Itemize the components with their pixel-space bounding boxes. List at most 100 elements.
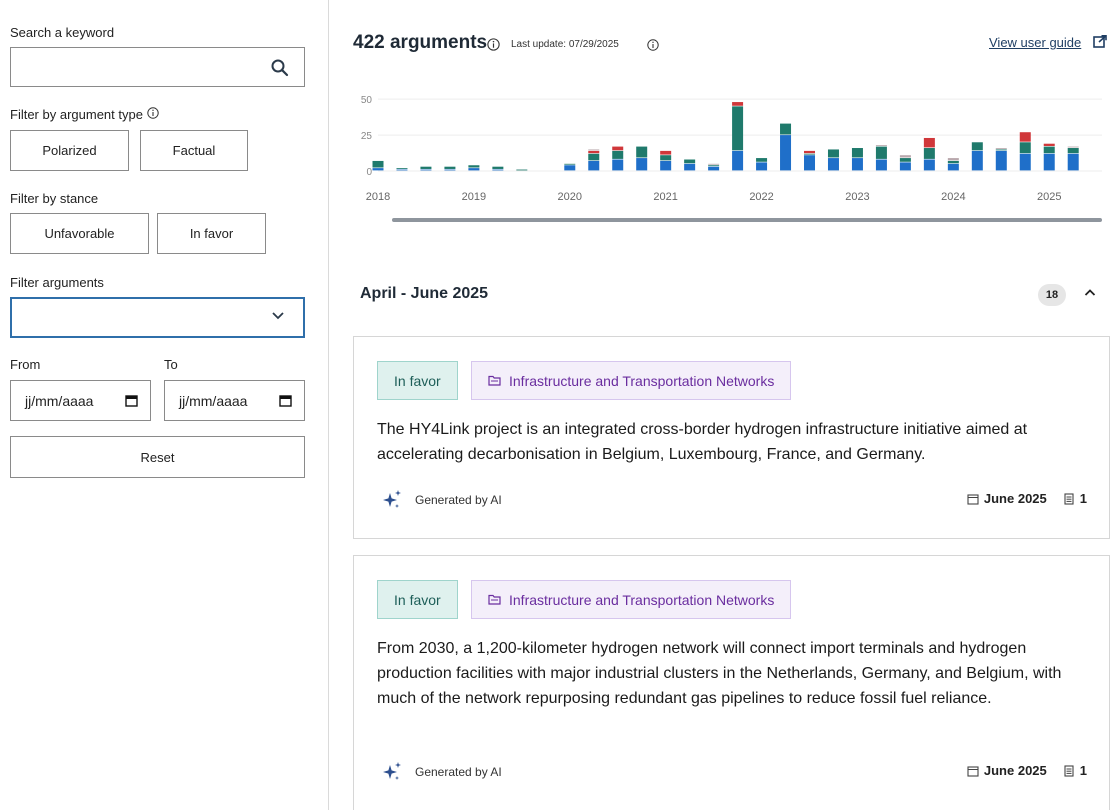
stance-tag[interactable]: In favor (377, 361, 458, 400)
bar-segment (947, 160, 959, 164)
factual-button[interactable]: Factual (140, 130, 248, 171)
y-tick-label: 0 (366, 167, 372, 178)
filter-sidebar: Search a keyword Filter by argument type… (0, 0, 329, 810)
bar-segment (444, 166, 456, 169)
bar-segment (875, 146, 887, 159)
timeline-scrollbar (392, 218, 1102, 222)
card-sources: 1 (1063, 763, 1087, 778)
to-label: To (164, 357, 178, 372)
bar-segment (708, 165, 720, 167)
folder-icon (488, 375, 501, 386)
bar-segment (971, 142, 983, 151)
x-tick-label: 2023 (845, 191, 869, 203)
bar-segment (468, 165, 480, 168)
y-tick-label: 25 (361, 131, 373, 142)
last-update: Last update: 07/29/2025 (511, 39, 619, 50)
bar-segment (468, 168, 480, 171)
ai-label: Generated by AI (415, 493, 502, 507)
card-sources: 1 (1063, 491, 1087, 506)
arguments-filter-label: Filter arguments (10, 275, 104, 290)
bar-segment (1067, 146, 1079, 148)
chevron-up-icon[interactable] (1084, 288, 1096, 297)
user-guide-link[interactable]: View user guide (989, 35, 1081, 50)
info-icon[interactable] (647, 39, 659, 51)
stance-tag[interactable]: In favor (377, 580, 458, 619)
from-label: From (10, 357, 41, 372)
bar-segment (660, 155, 672, 161)
document-icon (1064, 764, 1074, 777)
reset-button[interactable]: Reset (10, 436, 305, 478)
bar-segment (612, 146, 624, 151)
to-date-input[interactable]: jj/mm/aaaa (164, 380, 305, 421)
x-tick-label: 2022 (749, 191, 773, 203)
bar-segment (995, 149, 1007, 151)
sparkle-icon (383, 490, 401, 508)
argument-card: In favor Infrastructure and Transportati… (353, 336, 1110, 539)
bar-segment (708, 166, 720, 171)
bar-segment (372, 168, 384, 171)
period-count-badge: 18 (1038, 284, 1066, 306)
calendar-icon (967, 765, 979, 777)
arguments-select[interactable] (10, 297, 305, 338)
bar-segment (588, 149, 600, 151)
bar-segment (684, 159, 696, 164)
search-icon[interactable] (270, 58, 290, 78)
search-input[interactable] (11, 48, 261, 86)
bar-segment (995, 150, 1007, 171)
bar-segment (660, 160, 672, 171)
bar-segment (516, 169, 528, 171)
x-tick-label: 2020 (558, 191, 582, 203)
bar-segment (588, 160, 600, 171)
bar-segment (420, 169, 432, 171)
category-label: Infrastructure and Transportation Networ… (509, 372, 775, 389)
info-icon[interactable] (147, 107, 159, 119)
y-tick-label: 50 (361, 95, 373, 106)
from-date-input[interactable]: jj/mm/aaaa (10, 380, 151, 421)
bar-segment (732, 106, 744, 151)
bar-segment (732, 102, 744, 106)
bar-segment (947, 163, 959, 171)
bar-segment (564, 163, 576, 165)
bar-segment (851, 148, 863, 158)
document-icon (1064, 492, 1074, 505)
bar-segment (923, 148, 935, 159)
unfavorable-button[interactable]: Unfavorable (10, 213, 149, 254)
bar-segment (564, 165, 576, 171)
folder-icon (488, 594, 501, 605)
calendar-icon[interactable] (125, 394, 138, 407)
bar-segment (444, 169, 456, 171)
category-tag[interactable]: Infrastructure and Transportation Networ… (471, 361, 792, 400)
x-tick-label: 2018 (366, 191, 390, 203)
x-tick-label: 2025 (1037, 191, 1061, 203)
bar-segment (827, 149, 839, 158)
bar-segment (899, 162, 911, 171)
external-link-icon[interactable] (1093, 35, 1107, 49)
bar-segment (708, 163, 720, 165)
card-date: June 2025 (967, 491, 1047, 506)
calendar-icon[interactable] (279, 394, 292, 407)
bar-segment (995, 148, 1007, 149)
bar-segment (396, 169, 408, 171)
bar-segment (899, 158, 911, 162)
bar-segment (420, 166, 432, 169)
card-meta: June 2025 1 (951, 763, 1087, 778)
period-title: April - June 2025 (360, 285, 489, 302)
category-tag[interactable]: Infrastructure and Transportation Networ… (471, 580, 792, 619)
bar-segment (923, 137, 935, 148)
info-icon[interactable] (487, 38, 500, 51)
bar-segment (827, 158, 839, 171)
calendar-icon (967, 493, 979, 505)
bar-segment (588, 153, 600, 161)
bar-segment (947, 158, 959, 161)
bar-segment (756, 158, 768, 162)
ai-label: Generated by AI (415, 765, 502, 779)
bar-segment (492, 169, 504, 171)
bar-segment (780, 135, 792, 171)
in-favor-button[interactable]: In favor (157, 213, 266, 254)
x-tick-label: 2024 (941, 191, 965, 203)
bar-segment (1043, 146, 1055, 154)
x-tick-label: 2019 (462, 191, 486, 203)
bar-segment (732, 150, 744, 171)
polarized-button[interactable]: Polarized (10, 130, 129, 171)
bar-segment (804, 153, 816, 155)
